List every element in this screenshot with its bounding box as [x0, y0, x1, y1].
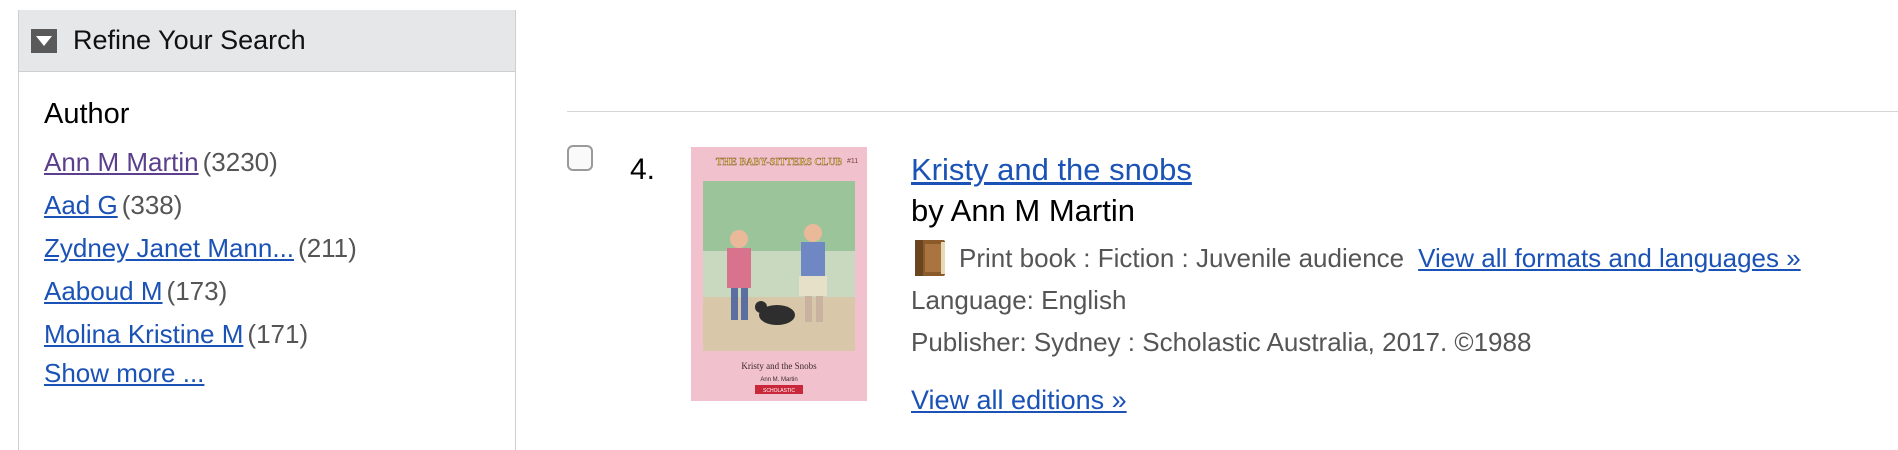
- language-line: Language: English: [911, 285, 1127, 315]
- view-editions-link[interactable]: View all editions »: [911, 385, 1127, 416]
- facet-author-link[interactable]: Zydney Janet Mann...: [44, 233, 294, 263]
- facet-author-link[interactable]: Aaboud M: [44, 276, 163, 306]
- results-divider: [567, 111, 1898, 112]
- facet-count: (338): [121, 190, 183, 220]
- refine-title: Refine Your Search: [73, 25, 306, 55]
- facet-title: Author: [44, 98, 130, 130]
- cover-number: #11: [847, 158, 858, 165]
- cover-publisher: SCHOLASTIC: [763, 388, 795, 394]
- result-number: 4.: [630, 153, 656, 186]
- select-checkbox[interactable]: [567, 145, 593, 171]
- facet-count: (211): [298, 233, 357, 263]
- refine-sidebar: Refine Your Search Author Ann M Martin (3…: [18, 10, 516, 450]
- format-line: Print book : Fiction : Juvenile audience…: [911, 237, 1881, 279]
- publisher-line: Publisher: Sydney : Scholastic Australia…: [911, 327, 1532, 357]
- search-result: 4. #11 THE BABY-SITTERS CLUB Kristy and …: [567, 143, 1887, 443]
- facet-author-link[interactable]: Molina Kristine M: [44, 319, 243, 349]
- book-icon: [911, 238, 951, 278]
- facet-item: Aaboud M (173): [44, 270, 515, 313]
- facet-item: Ann M Martin (3230): [44, 141, 515, 184]
- facet-author-link[interactable]: Aad G: [44, 190, 118, 220]
- result-title-link[interactable]: Kristy and the snobs: [911, 151, 1881, 189]
- format-text: Print book : Fiction : Juvenile audience: [959, 242, 1405, 273]
- cover-series: THE BABY-SITTERS CLUB: [716, 157, 843, 168]
- cover-title: Kristy and the Snobs: [741, 361, 817, 371]
- facet-count: (171): [247, 319, 309, 349]
- author-facet: Author Ann M Martin (3230) Aad G (338) Zyd…: [19, 72, 515, 389]
- facet-item: Molina Kristine M (171): [44, 313, 515, 356]
- cover-author: Ann M. Martin: [760, 377, 797, 383]
- facet-count: (173): [166, 276, 228, 306]
- view-formats-link[interactable]: View all formats and languages »: [1418, 243, 1801, 274]
- show-more-link[interactable]: Show more ...: [44, 358, 204, 389]
- triangle-down-icon[interactable]: [31, 28, 57, 53]
- book-cover-image: #11 THE BABY-SITTERS CLUB Kristy and the…: [691, 147, 867, 401]
- result-author: by Ann M Martin: [911, 193, 1135, 228]
- facet-item: Zydney Janet Mann... (211): [44, 227, 515, 270]
- facet-author-link[interactable]: Ann M Martin: [44, 147, 199, 177]
- facet-item: Aad G (338): [44, 184, 515, 227]
- result-details: Kristy and the snobs by Ann M Martin Pri…: [911, 151, 1881, 416]
- facet-count: (3230): [202, 147, 278, 177]
- book-cover[interactable]: #11 THE BABY-SITTERS CLUB Kristy and the…: [691, 147, 867, 401]
- refine-header[interactable]: Refine Your Search: [19, 10, 515, 72]
